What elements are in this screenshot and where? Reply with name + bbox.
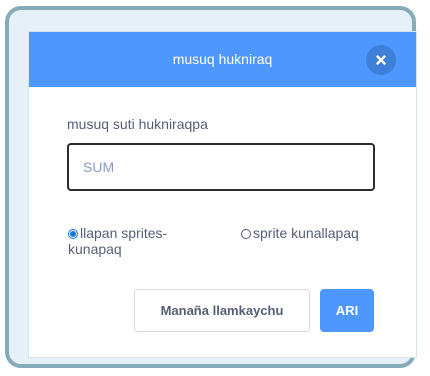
new-variable-dialog: musuq hukniraq musuq suti hukniraqpa lla… — [29, 32, 416, 357]
radio-this-sprite[interactable] — [241, 229, 251, 239]
option-this-sprite[interactable]: sprite kunallapaq — [241, 225, 391, 241]
close-button[interactable] — [366, 45, 396, 75]
variable-name-input[interactable] — [67, 143, 375, 191]
cancel-button[interactable]: Manaña llamkaychu — [134, 289, 310, 332]
screen: musuq hukniraq musuq suti hukniraqpa lla… — [0, 0, 430, 376]
dialog-prompt: musuq suti hukniraqpa — [67, 116, 208, 132]
close-icon — [376, 55, 386, 65]
dialog-header: musuq hukniraq — [29, 32, 416, 87]
dialog-title: musuq hukniraq — [172, 51, 273, 67]
radio-all-sprites[interactable] — [68, 229, 78, 239]
ok-button[interactable]: ARI — [320, 289, 374, 332]
option-this-sprite-label: sprite kunallapaq — [253, 225, 359, 241]
option-all-sprites[interactable]: llapan sprites-kunapaq — [68, 225, 218, 257]
option-all-sprites-label: llapan sprites-kunapaq — [68, 225, 168, 257]
